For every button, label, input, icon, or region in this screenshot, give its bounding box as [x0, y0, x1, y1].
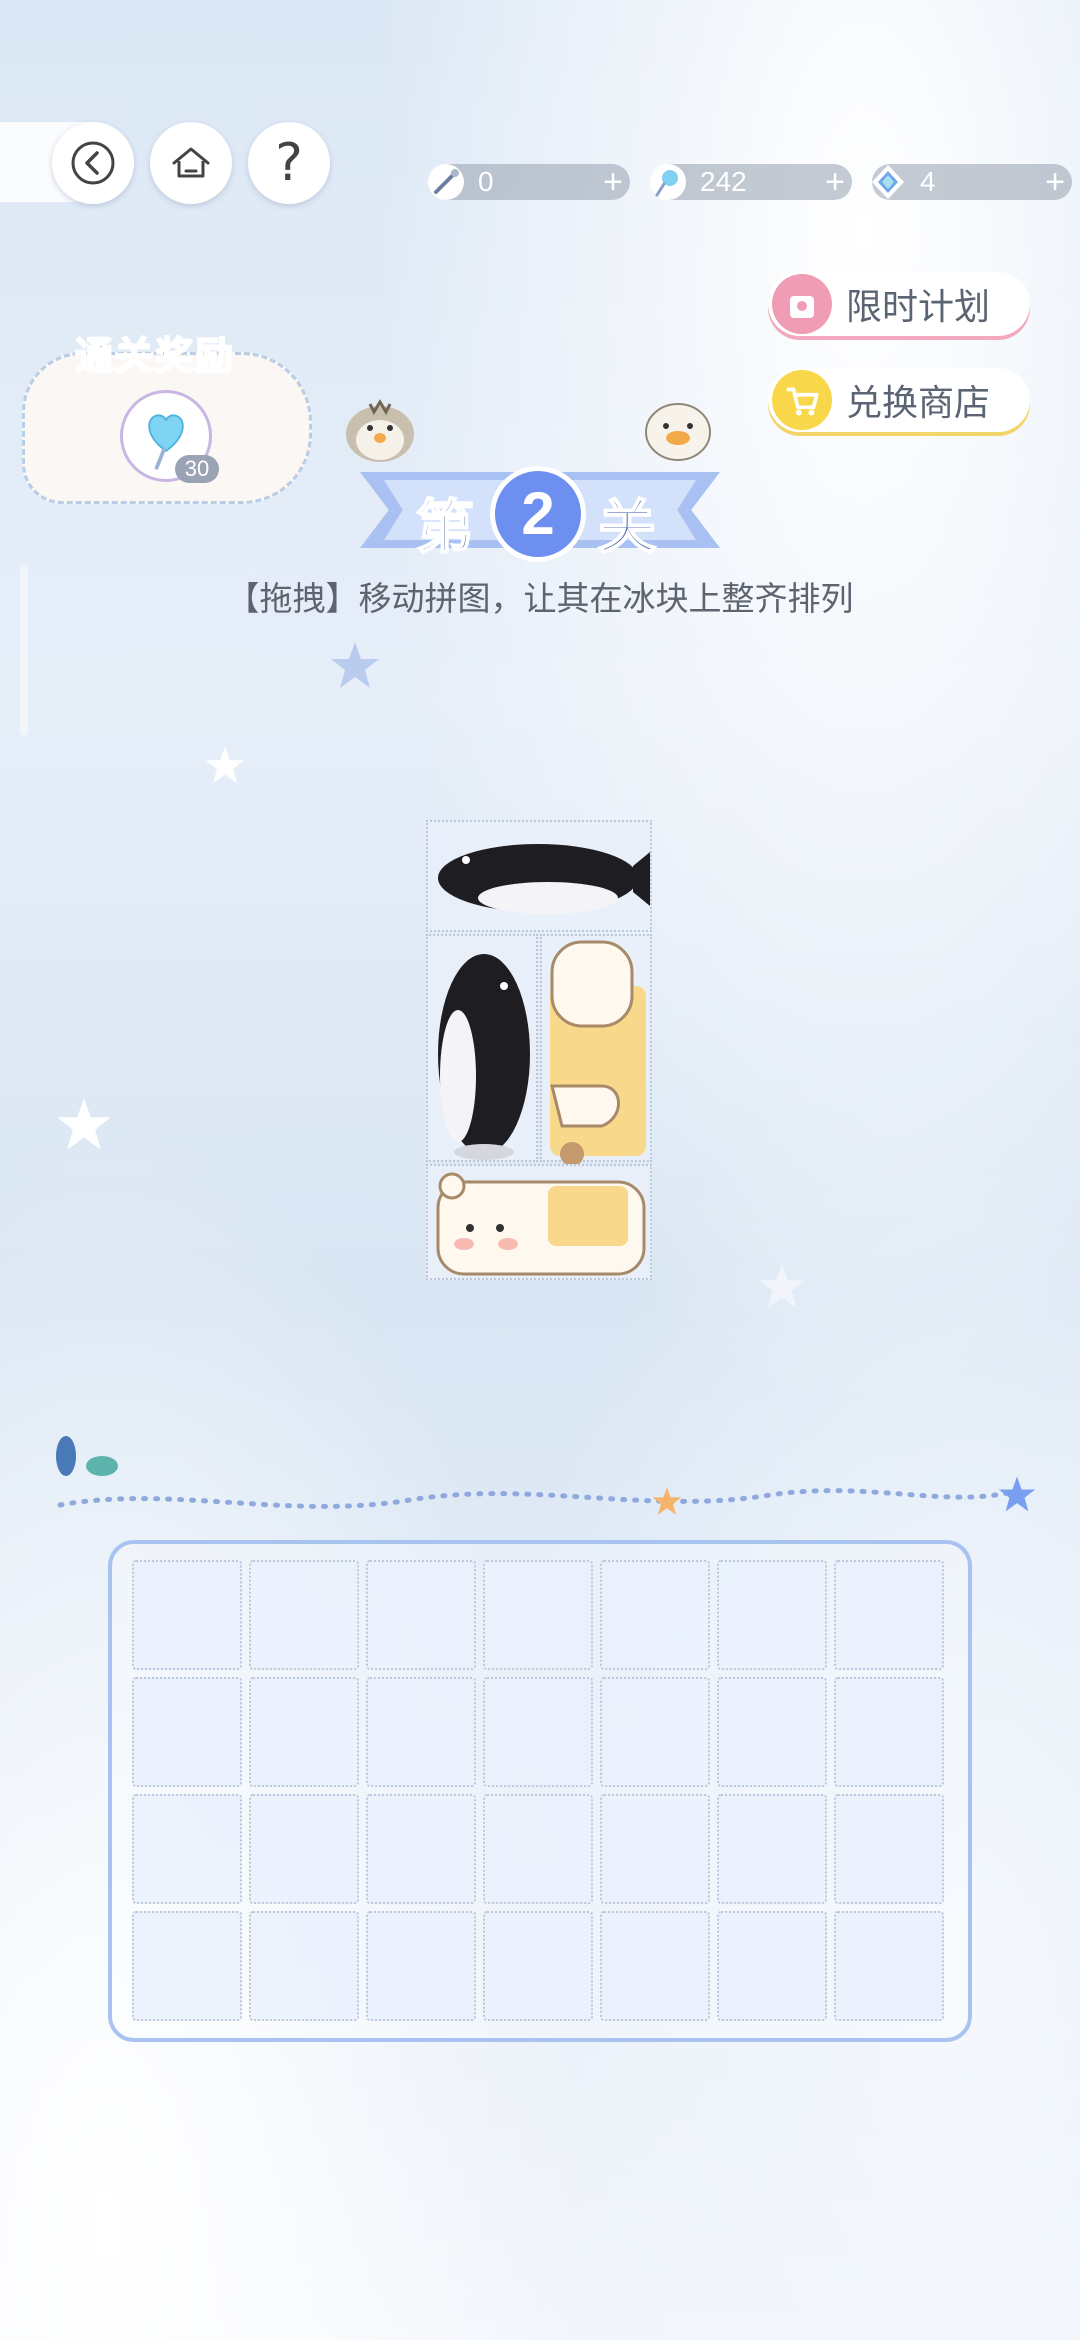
star-icon: [758, 1263, 806, 1309]
board-cell[interactable]: [132, 1911, 242, 2021]
chick-icon: [645, 403, 711, 461]
polar-bear-icon: [550, 940, 646, 1166]
crystal-count: 4: [920, 166, 936, 197]
puzzle-piece-penguin-lying[interactable]: [426, 820, 652, 932]
board-cell[interactable]: [717, 1677, 827, 1787]
board-cell[interactable]: [249, 1560, 359, 1670]
board-cell[interactable]: [717, 1560, 827, 1670]
board-cell[interactable]: [366, 1911, 476, 2021]
board-cell[interactable]: [132, 1794, 242, 1904]
wand-add-button[interactable]: +: [596, 165, 630, 199]
board-cell[interactable]: [483, 1677, 593, 1787]
limited-plan-label: 限时计划: [846, 286, 991, 327]
puzzle-piece-bear-legs[interactable]: [540, 934, 652, 1166]
level-suffix: 关: [597, 494, 657, 561]
back-button[interactable]: [52, 122, 134, 204]
board-cell[interactable]: [132, 1560, 242, 1670]
level-banner: 第 2 关: [360, 460, 720, 562]
board-cell[interactable]: [834, 1911, 944, 2021]
limited-plan-button[interactable]: 限时计划: [768, 272, 1030, 336]
board-cell[interactable]: [249, 1911, 359, 2021]
board-cell[interactable]: [600, 1677, 710, 1787]
exchange-shop-label: 兑换商店: [846, 382, 991, 423]
board-cell[interactable]: [249, 1794, 359, 1904]
reward-title: 通关奖励: [74, 335, 236, 379]
star-icon: [652, 1487, 682, 1515]
reward-count: 30: [175, 455, 219, 483]
wand-count: 0: [478, 166, 494, 197]
resource-crystal: 4 +: [872, 164, 1072, 200]
resource-lollipop: 242 +: [650, 164, 852, 200]
board-cell[interactable]: [483, 1794, 593, 1904]
scroll-indicator: [20, 566, 28, 736]
puzzle-piece-bear-face[interactable]: [426, 1164, 652, 1280]
board-cell[interactable]: [600, 1911, 710, 2021]
board-cell[interactable]: [249, 1677, 359, 1787]
board-cell[interactable]: [717, 1911, 827, 2021]
board-cell[interactable]: [717, 1794, 827, 1904]
help-label: ?: [275, 133, 303, 193]
lollipop-add-button[interactable]: +: [818, 165, 852, 199]
star-icon: [205, 746, 245, 784]
level-prefix: 第: [415, 494, 475, 561]
board-cell[interactable]: [483, 1560, 593, 1670]
star-icon: [998, 1476, 1036, 1512]
star-icon: [331, 642, 379, 688]
shopping-cart-icon: [772, 370, 832, 430]
crystal-icon: [872, 165, 904, 199]
sparrow-icon: [346, 399, 414, 462]
board-cell[interactable]: [834, 1677, 944, 1787]
resource-wand: 0 +: [428, 164, 630, 200]
penguin-icon: [438, 954, 530, 1160]
gift-icon: [772, 274, 832, 334]
board-cell[interactable]: [834, 1794, 944, 1904]
star-icon: [57, 1098, 111, 1150]
ice-board[interactable]: [132, 1560, 948, 2024]
chevron-left-icon: [71, 141, 115, 185]
exchange-shop-button[interactable]: 兑换商店: [768, 368, 1030, 432]
board-cell[interactable]: [600, 1794, 710, 1904]
magic-wand-icon: [428, 164, 464, 200]
polar-bear-icon: [436, 1172, 646, 1276]
bird-decoration-icon: [56, 1436, 118, 1476]
crystal-add-button[interactable]: +: [1038, 165, 1072, 199]
board-cell[interactable]: [834, 1560, 944, 1670]
lollipop-icon: [650, 164, 686, 200]
help-button[interactable]: ?: [248, 122, 330, 204]
puzzle-piece-penguin-standing[interactable]: [426, 934, 538, 1162]
decorative-divider: [57, 1487, 1023, 1509]
board-cell[interactable]: [366, 1560, 476, 1670]
board-cell[interactable]: [366, 1794, 476, 1904]
lollipop-count: 242: [700, 166, 747, 197]
home-icon: [172, 147, 210, 178]
board-cell[interactable]: [132, 1677, 242, 1787]
level-number: 2: [490, 466, 586, 562]
penguin-icon: [438, 844, 650, 914]
home-button[interactable]: [150, 122, 232, 204]
board-cell[interactable]: [600, 1560, 710, 1670]
board-cell[interactable]: [483, 1911, 593, 2021]
board-cell[interactable]: [366, 1677, 476, 1787]
instruction-text: 【拖拽】移动拼图，让其在冰块上整齐排列: [226, 580, 854, 617]
